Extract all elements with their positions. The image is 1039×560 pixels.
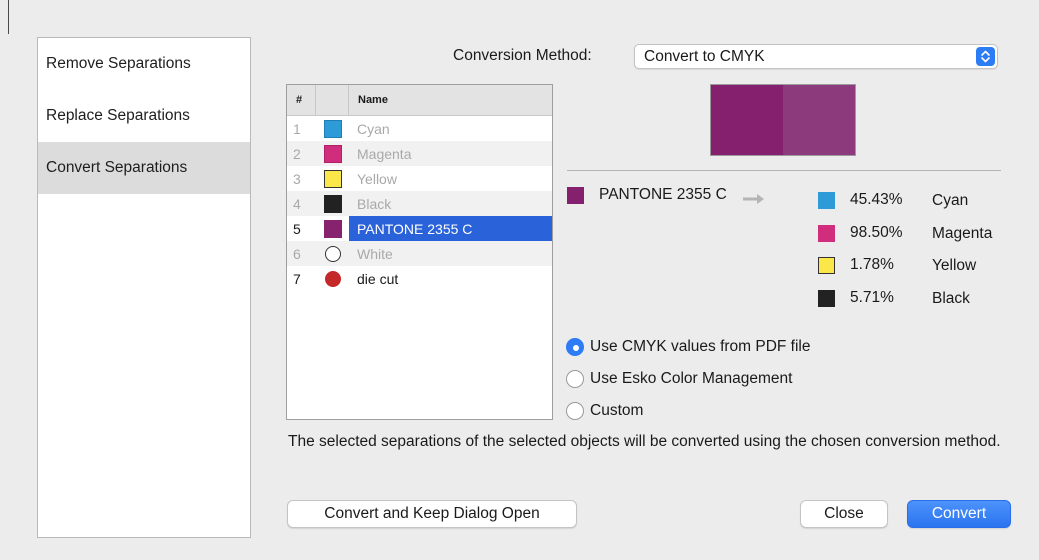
table-row[interactable]: 3 Yellow <box>287 166 552 191</box>
color-swatch <box>323 169 342 188</box>
up-down-chevron-icon[interactable] <box>976 47 995 66</box>
spot-color: PANTONE 2355 C <box>567 186 727 204</box>
radio-button[interactable] <box>566 370 584 388</box>
table-row[interactable]: 4 Black <box>287 191 552 216</box>
row-name: Black <box>357 195 392 212</box>
cyan-label: Cyan <box>932 192 969 209</box>
divider <box>567 170 1001 171</box>
column-header-swatch[interactable] <box>316 85 349 115</box>
column-header-name[interactable]: Name <box>349 85 552 115</box>
magenta-percent: 98.50% <box>850 223 903 241</box>
close-button[interactable]: Close <box>800 500 888 528</box>
row-number: 7 <box>293 270 301 287</box>
description-text: The selected separations of the selected… <box>288 433 1001 450</box>
column-header-number[interactable]: # <box>287 85 316 115</box>
row-name: Yellow <box>357 170 397 187</box>
sidebar: Remove Separations Replace Separations C… <box>37 37 251 538</box>
black-label: Black <box>932 289 970 307</box>
magenta-label: Magenta <box>932 224 993 242</box>
cmyk-row-cyan: 45.43% Cyan <box>818 186 992 219</box>
right-arrow-icon <box>742 190 766 211</box>
sidebar-item-label: Replace Separations <box>46 107 190 124</box>
cmyk-row-magenta: 98.50% Magenta <box>818 219 992 252</box>
table-row[interactable]: 2 Magenta <box>287 141 552 166</box>
yellow-percent: 1.78% <box>850 256 894 273</box>
yellow-swatch <box>818 257 835 274</box>
row-number: 6 <box>293 245 301 262</box>
row-name: Cyan <box>357 120 390 137</box>
black-swatch <box>818 289 835 307</box>
option-esko-color-management[interactable]: Use Esko Color Management <box>566 363 811 395</box>
original-color-preview <box>711 85 783 155</box>
table-row[interactable]: 7 die cut <box>287 266 552 291</box>
color-preview <box>710 84 856 156</box>
sidebar-item-label: Remove Separations <box>46 55 191 72</box>
row-name: die cut <box>357 270 399 287</box>
converted-color-preview <box>783 85 855 155</box>
color-swatch <box>324 270 341 287</box>
spot-color-name: PANTONE 2355 C <box>599 186 727 203</box>
table-row[interactable]: 1 Cyan <box>287 116 552 141</box>
row-name: Magenta <box>357 145 412 162</box>
yellow-label: Yellow <box>932 257 977 274</box>
convert-keep-open-button[interactable]: Convert and Keep Dialog Open <box>287 500 577 528</box>
sidebar-item-remove-separations[interactable]: Remove Separations <box>38 38 250 90</box>
color-swatch <box>324 245 341 262</box>
conversion-method-label: Conversion Method: <box>453 47 592 64</box>
row-name: PANTONE 2355 C <box>349 216 552 241</box>
color-swatch <box>323 194 342 213</box>
radio-button[interactable] <box>566 402 584 420</box>
option-label: Custom <box>590 402 644 419</box>
option-label: Use Esko Color Management <box>590 370 793 387</box>
row-number: 3 <box>293 170 301 187</box>
table-row[interactable]: 5 PANTONE 2355 C <box>287 216 552 241</box>
table-row[interactable]: 6 White <box>287 241 552 266</box>
cyan-swatch <box>818 192 835 209</box>
option-use-pdf-cmyk[interactable]: Use CMYK values from PDF file <box>566 331 811 363</box>
row-number: 1 <box>293 120 301 137</box>
conversion-options: Use CMYK values from PDF file Use Esko C… <box>566 331 811 427</box>
sidebar-item-label: Convert Separations <box>46 159 188 176</box>
table-header: # Name <box>287 85 552 116</box>
window-edge <box>8 0 9 34</box>
cyan-percent: 45.43% <box>850 191 903 208</box>
row-number: 4 <box>293 195 301 212</box>
option-label: Use CMYK values from PDF file <box>590 338 811 355</box>
row-name: White <box>357 245 393 262</box>
row-number: 5 <box>293 220 301 237</box>
cmyk-breakdown: 45.43% Cyan 98.50% Magenta 1.78% Yellow … <box>818 186 992 316</box>
cmyk-row-black: 5.71% Black <box>818 284 992 317</box>
option-custom[interactable]: Custom <box>566 395 811 427</box>
color-swatch <box>323 219 342 238</box>
black-percent: 5.71% <box>850 288 894 306</box>
separations-table[interactable]: # Name 1 Cyan 2 Magenta 3 Yellow 4 Black… <box>286 84 553 420</box>
convert-button[interactable]: Convert <box>907 500 1011 528</box>
cmyk-row-yellow: 1.78% Yellow <box>818 251 992 284</box>
conversion-method-value: Convert to CMYK <box>644 47 765 65</box>
sidebar-item-convert-separations[interactable]: Convert Separations <box>38 142 250 194</box>
color-swatch <box>323 144 342 163</box>
spot-color-swatch <box>567 186 584 204</box>
magenta-swatch <box>818 224 835 242</box>
sidebar-item-replace-separations[interactable]: Replace Separations <box>38 90 250 142</box>
color-swatch <box>323 119 342 138</box>
conversion-method-select[interactable]: Convert to CMYK <box>634 44 998 69</box>
radio-button-checked[interactable] <box>566 338 584 356</box>
row-number: 2 <box>293 145 301 162</box>
